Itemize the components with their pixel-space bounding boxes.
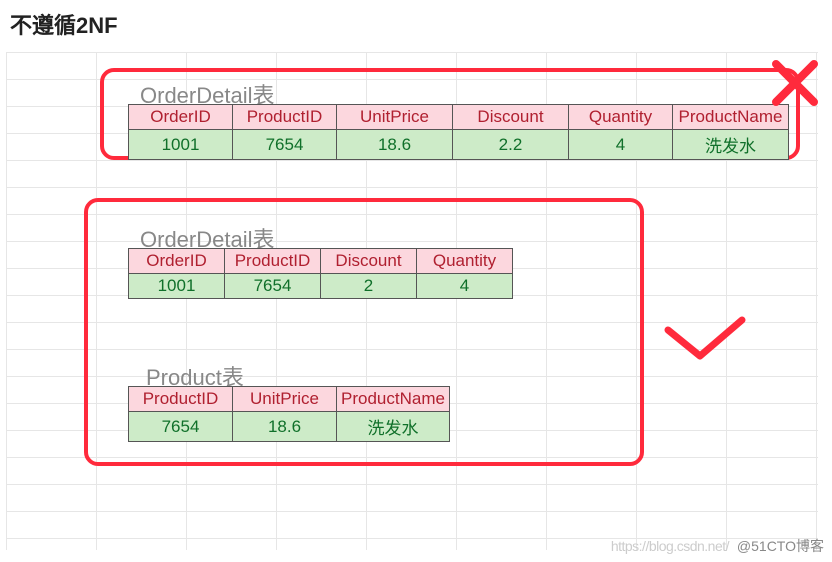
col-header: OrderID <box>129 249 225 274</box>
cell: 1001 <box>129 130 233 160</box>
col-header: Discount <box>453 105 569 130</box>
cell: 洗发水 <box>673 130 789 160</box>
cell: 4 <box>417 274 513 299</box>
cell: 1001 <box>129 274 225 299</box>
col-header: ProductID <box>129 387 233 412</box>
col-header: ProductName <box>337 387 450 412</box>
cell: 2.2 <box>453 130 569 160</box>
col-header: ProductName <box>673 105 789 130</box>
table-good-product: ProductID UnitPrice ProductName 7654 18.… <box>128 386 450 442</box>
col-header: Quantity <box>417 249 513 274</box>
cell: 18.6 <box>233 412 337 442</box>
cell: 7654 <box>225 274 321 299</box>
col-header: Discount <box>321 249 417 274</box>
page-title: 不遵循2NF <box>10 8 118 40</box>
table-good-orderdetail: OrderID ProductID Discount Quantity 1001… <box>128 248 513 299</box>
cell: 7654 <box>233 130 337 160</box>
watermark-main: @51CTO博客 <box>737 538 824 554</box>
cell: 18.6 <box>337 130 453 160</box>
col-header: ProductID <box>233 105 337 130</box>
cell: 7654 <box>129 412 233 442</box>
cell: 2 <box>321 274 417 299</box>
col-header: ProductID <box>225 249 321 274</box>
col-header: Quantity <box>569 105 673 130</box>
cell: 洗发水 <box>337 412 450 442</box>
watermark-faint: https://blog.csdn.net/ <box>611 538 729 554</box>
watermark: https://blog.csdn.net/ @51CTO博客 <box>611 536 824 556</box>
col-header: OrderID <box>129 105 233 130</box>
table-bad-orderdetail: OrderID ProductID UnitPrice Discount Qua… <box>128 104 789 160</box>
cell: 4 <box>569 130 673 160</box>
col-header: UnitPrice <box>337 105 453 130</box>
col-header: UnitPrice <box>233 387 337 412</box>
